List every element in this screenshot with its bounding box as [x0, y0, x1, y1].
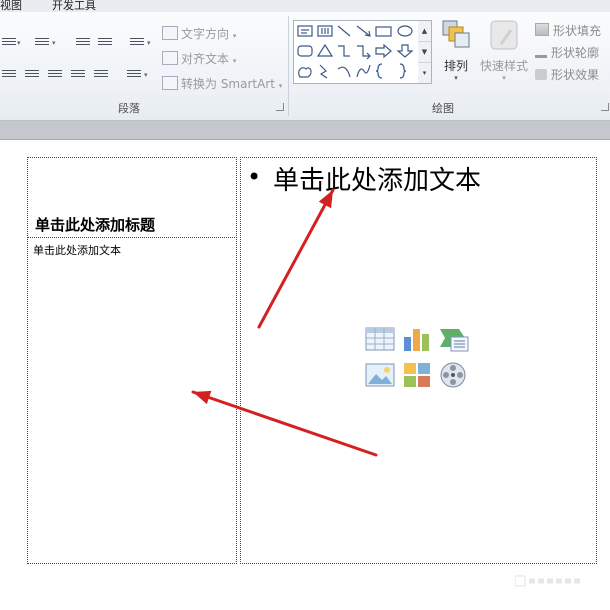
- smartart-icon: [162, 76, 178, 90]
- triangle-shape-icon: [316, 43, 334, 57]
- text-direction-icon: [162, 26, 178, 40]
- gallery-up-icon[interactable]: ▲: [418, 21, 431, 42]
- insert-chart-icon[interactable]: [402, 325, 432, 353]
- shapes-gallery[interactable]: [293, 20, 420, 84]
- text-direction-button[interactable]: 文字方向 ▾: [162, 25, 236, 42]
- arrange-dropdown-icon: ▾: [454, 74, 458, 82]
- insert-smartart-icon[interactable]: [439, 325, 469, 353]
- quick-styles-label: 快速样式: [479, 59, 528, 73]
- title-divider: [27, 237, 235, 238]
- quick-styles-dropdown-icon: ▾: [502, 74, 506, 82]
- quick-styles-button[interactable]: 快速样式 ▾: [478, 18, 530, 82]
- textbox-shape-icon: [297, 25, 313, 37]
- gallery-more-icon[interactable]: ▾: [418, 63, 431, 83]
- arrange-label: 排列: [443, 59, 468, 73]
- right-brace-shape-icon: [399, 63, 407, 79]
- line-spacing-icon[interactable]: [130, 36, 144, 48]
- numbering-icon[interactable]: [35, 36, 49, 48]
- insert-clipart-icon[interactable]: [402, 361, 432, 389]
- right-arrow-shape-icon: [375, 43, 392, 59]
- down-arrow-shape-icon: [396, 44, 414, 58]
- pen-icon: [535, 44, 547, 58]
- paragraph-group-label: 段落: [118, 102, 140, 115]
- align-right-icon[interactable]: [48, 68, 62, 80]
- arrow-line-shape-icon: [356, 25, 371, 37]
- drawing-group-label: 绘图: [432, 102, 454, 115]
- columns-dropdown-icon[interactable]: ▾: [144, 71, 148, 79]
- shape-fill-button[interactable]: 形状填充: [535, 22, 601, 39]
- quick-styles-icon: [490, 20, 518, 50]
- group-separator: [288, 16, 289, 116]
- watermark-logo: [514, 575, 583, 587]
- left-text-placeholder[interactable]: 单击此处添加文本: [33, 242, 121, 258]
- increase-indent-icon[interactable]: [98, 36, 112, 48]
- bullet-marker: •: [247, 163, 262, 191]
- bullets-icon[interactable]: [2, 36, 16, 48]
- paragraph-dialog-launcher-icon[interactable]: [276, 103, 284, 111]
- ribbon-bottom-band: [0, 121, 610, 140]
- effects-icon: [535, 69, 547, 80]
- shape-outline-button[interactable]: 形状轮廓: [535, 44, 599, 61]
- distributed-icon[interactable]: [94, 68, 108, 80]
- content-placeholder-text[interactable]: 单击此处添加文本: [273, 160, 481, 197]
- lightning-shape-icon: [319, 64, 328, 79]
- align-center-icon[interactable]: [25, 68, 39, 80]
- curve-shape-icon: [356, 64, 371, 78]
- watermark: [514, 574, 585, 591]
- title-placeholder-text[interactable]: 单击此处添加标题: [35, 214, 155, 235]
- arrange-button[interactable]: 排列 ▾: [435, 18, 477, 82]
- insert-media-icon[interactable]: [439, 361, 469, 389]
- rounded-rectangle-shape-icon: [297, 45, 313, 57]
- line-shape-icon: [337, 25, 351, 37]
- align-text-button[interactable]: 对齐文本 ▾: [162, 50, 236, 67]
- arrange-icon: [442, 20, 470, 48]
- line-spacing-dropdown-icon[interactable]: ▾: [147, 39, 151, 47]
- arc-shape-icon: [337, 66, 351, 78]
- drawing-dialog-launcher-icon[interactable]: [601, 103, 609, 111]
- shapes-gallery-icons: [297, 25, 414, 79]
- left-brace-shape-icon: [375, 63, 383, 79]
- rectangle-shape-icon: [375, 26, 392, 37]
- columns-icon[interactable]: [127, 68, 141, 80]
- shape-effects-button[interactable]: 形状效果: [535, 66, 599, 83]
- bullets-dropdown-icon[interactable]: ▾: [17, 39, 21, 47]
- gallery-down-icon[interactable]: ▼: [418, 42, 431, 63]
- shapes-gallery-scroll[interactable]: ▲ ▼ ▾: [418, 20, 432, 84]
- paint-bucket-icon: [535, 23, 549, 36]
- content-insert-icons: [365, 325, 471, 393]
- decrease-indent-icon[interactable]: [76, 36, 90, 48]
- insert-picture-icon[interactable]: [365, 361, 395, 389]
- align-text-icon: [162, 51, 178, 65]
- insert-table-icon[interactable]: [365, 325, 395, 353]
- numbering-dropdown-icon[interactable]: ▾: [52, 39, 56, 47]
- oval-shape-icon: [397, 25, 413, 37]
- freeform-shape-icon: [298, 67, 312, 78]
- elbow-connector-shape-icon: [338, 45, 350, 57]
- align-left-icon[interactable]: [2, 68, 16, 80]
- justify-icon[interactable]: [71, 68, 85, 80]
- convert-smartart-button[interactable]: 转换为 SmartArt ▾: [162, 75, 282, 92]
